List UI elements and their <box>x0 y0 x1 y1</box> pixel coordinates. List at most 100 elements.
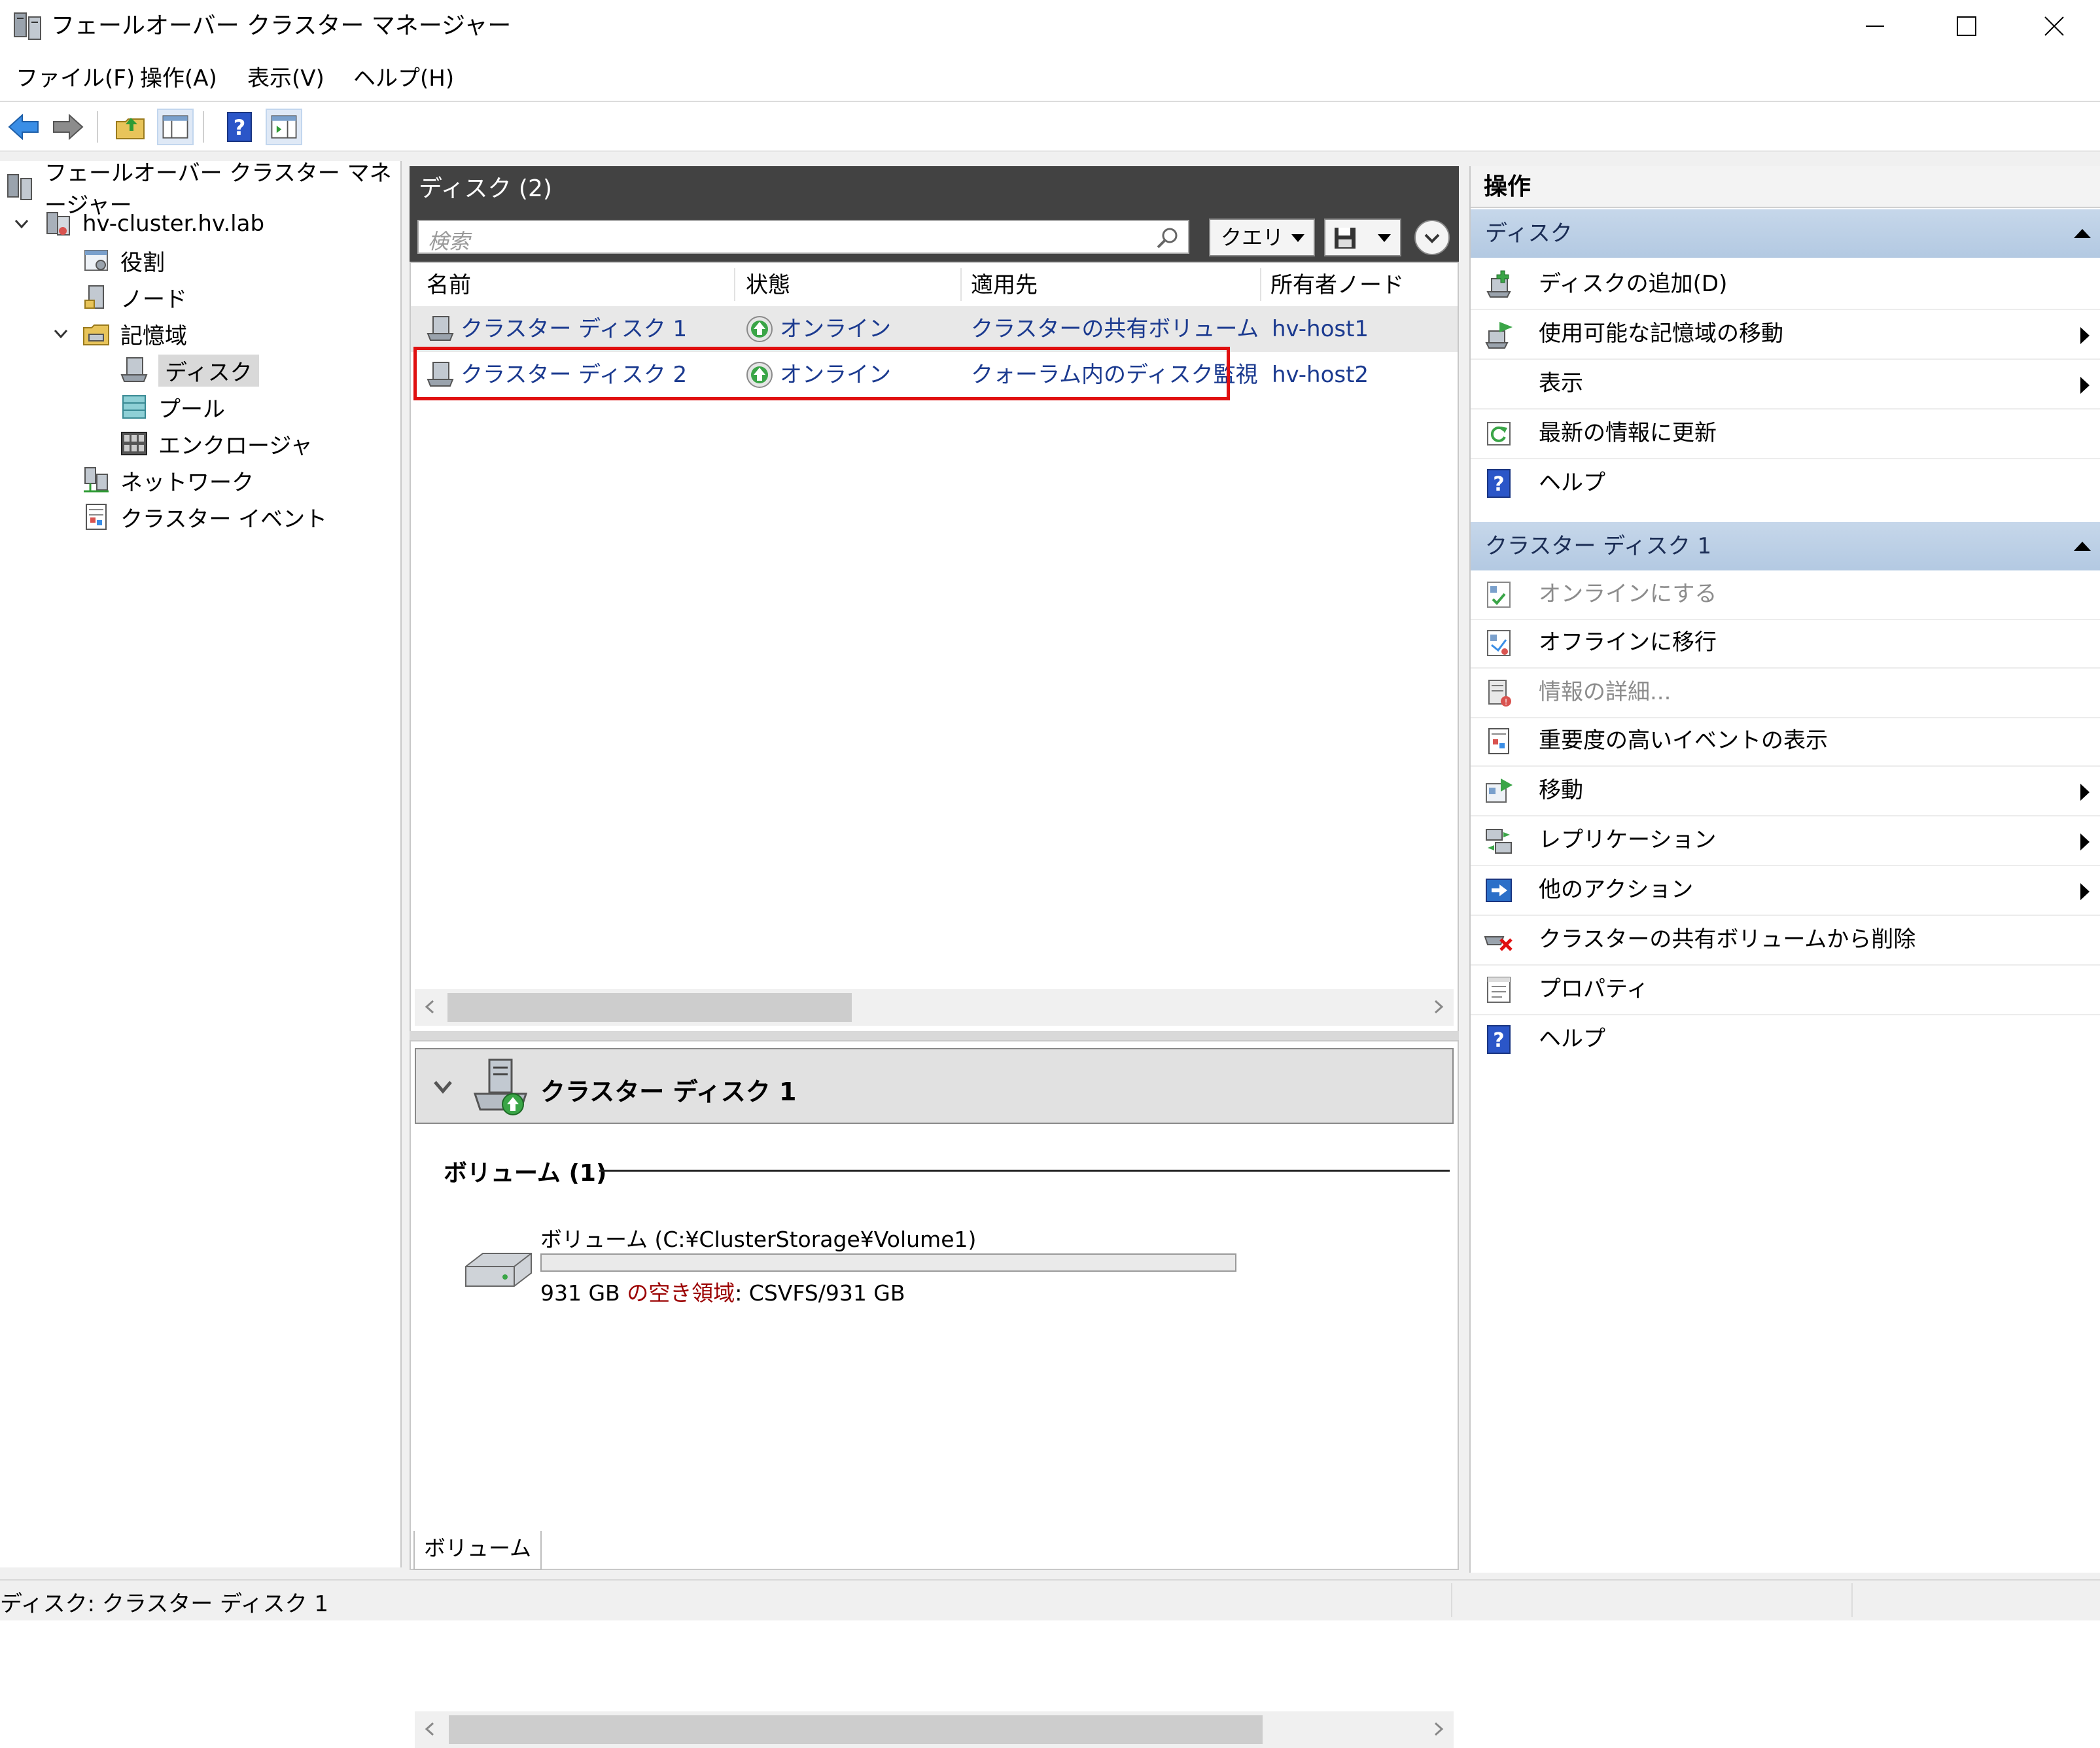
tree-item-roles[interactable]: 役割 <box>81 243 165 277</box>
action-label: 情報の詳細... <box>1539 679 1671 705</box>
save-query-button[interactable] <box>1324 218 1401 256</box>
close-button[interactable] <box>2008 0 2100 52</box>
column-header-name[interactable]: 名前 <box>427 271 471 300</box>
scroll-right-icon[interactable] <box>1429 997 1448 1017</box>
scroll-right-icon[interactable] <box>1429 1719 1448 1739</box>
show-tree-icon[interactable] <box>157 109 194 145</box>
cluster-disk-icon <box>473 1058 528 1115</box>
tab-volumes[interactable]: ボリューム <box>413 1531 542 1570</box>
column-header-assigned[interactable]: 適用先 <box>971 271 1038 300</box>
navigation-tree: フェールオーバー クラスター マネージャー hv-cluster.hv.lab … <box>0 160 402 1567</box>
highlight-box <box>413 347 1230 400</box>
tree-item-pools[interactable]: プール <box>119 390 225 424</box>
action-label: クラスターの共有ボリュームから削除 <box>1539 926 1916 953</box>
storage-icon <box>83 324 109 345</box>
menu-file[interactable]: ファイル(F) <box>16 64 135 93</box>
event-log-icon <box>86 504 107 530</box>
action-view[interactable]: 表示 <box>1471 360 2100 410</box>
action-take-offline[interactable]: オフラインに移行 <box>1471 619 2100 669</box>
tree-item-nodes[interactable]: ノード <box>81 280 187 314</box>
help-icon[interactable]: ? <box>221 109 258 145</box>
horizontal-scrollbar[interactable] <box>415 1711 1454 1748</box>
chevron-down-icon[interactable] <box>12 214 31 234</box>
submenu-arrow-icon <box>2080 377 2090 394</box>
tree-item-networks[interactable]: ネットワーク <box>81 463 254 497</box>
show-action-pane-icon[interactable] <box>266 109 302 145</box>
action-label: 表示 <box>1539 370 1583 396</box>
action-remove-from-csv[interactable]: クラスターの共有ボリュームから削除 <box>1471 916 2100 966</box>
table-header: 名前 状態 適用先 所有者ノード <box>411 263 1458 307</box>
take-offline-icon <box>1487 630 1511 656</box>
tree-root[interactable]: フェールオーバー クラスター マネージャー <box>5 160 400 218</box>
disk-icon <box>427 316 454 341</box>
query-button[interactable]: クエリ <box>1209 218 1315 256</box>
scroll-left-icon[interactable] <box>420 997 440 1017</box>
volume-usage-bar <box>540 1253 1236 1272</box>
volume-filesystem: : CSVFS/931 GB <box>735 1280 905 1306</box>
tree-item-label: ディスク <box>158 354 259 387</box>
back-arrow-icon[interactable] <box>5 109 42 145</box>
action-refresh[interactable]: 最新の情報に更新 <box>1471 410 2100 459</box>
action-bring-online[interactable]: オンラインにする <box>1471 570 2100 620</box>
scrollbar-thumb[interactable] <box>447 993 852 1022</box>
column-divider[interactable] <box>960 268 962 301</box>
roles-icon <box>84 250 108 271</box>
window-title: フェールオーバー クラスター マネージャー <box>51 12 512 39</box>
horizontal-scrollbar[interactable] <box>415 989 1454 1026</box>
menu-help[interactable]: ヘルプ(H) <box>353 64 454 93</box>
menu-view[interactable]: 表示(V) <box>247 64 324 93</box>
maximize-button[interactable] <box>1921 0 2012 52</box>
search-input[interactable]: 検索 <box>417 220 1189 254</box>
tree-item-disks[interactable]: ディスク <box>119 353 259 387</box>
chevron-down-icon[interactable] <box>51 324 71 343</box>
action-help-2[interactable]: ? ヘルプ <box>1471 1015 2100 1065</box>
column-divider[interactable] <box>1260 268 1261 301</box>
cluster-manager-icon <box>14 12 41 40</box>
column-header-status[interactable]: 状態 <box>746 271 790 300</box>
detail-pane: クラスター ディスク 1 ボリューム (1) ボリューム (C:¥Cluster… <box>410 1040 1459 1748</box>
actions-section-cluster-disk[interactable]: クラスター ディスク 1 <box>1471 522 2100 570</box>
column-divider[interactable] <box>734 268 735 301</box>
action-show-critical-events[interactable]: 重要度の高いイベントの表示 <box>1471 717 2100 767</box>
action-move-available-storage[interactable]: 使用可能な記憶域の移動 <box>1471 310 2100 360</box>
action-properties[interactable]: プロパティ <box>1471 966 2100 1015</box>
expand-filter-button[interactable] <box>1414 220 1450 255</box>
actions-section-disks[interactable]: ディスク <box>1471 209 2100 258</box>
tree-item-storage[interactable]: 記憶域 <box>54 317 187 351</box>
tree-cluster[interactable]: hv-cluster.hv.lab <box>14 207 264 241</box>
tree-item-enclosures[interactable]: エンクロージャ <box>119 427 313 461</box>
scrollbar-thumb[interactable] <box>449 1715 1263 1744</box>
detail-header[interactable]: クラスター ディスク 1 <box>415 1048 1454 1124</box>
action-more-actions[interactable]: 他のアクション <box>1471 866 2100 916</box>
scroll-left-icon[interactable] <box>420 1719 440 1739</box>
detail-title: クラスター ディスク 1 <box>540 1077 797 1106</box>
forward-arrow-icon[interactable] <box>50 109 86 145</box>
tree-item-events[interactable]: クラスター イベント <box>81 500 327 534</box>
network-icon <box>84 467 109 493</box>
action-label: 移動 <box>1539 777 1583 803</box>
collapse-up-icon[interactable] <box>2071 538 2093 555</box>
menu-action[interactable]: 操作(A) <box>140 64 217 93</box>
search-icon[interactable] <box>1154 225 1180 251</box>
table-row[interactable]: クラスター ディスク 1 オンライン クラスターの共有ボリューム hv-host… <box>411 306 1458 352</box>
detail-tabstrip: ボリューム <box>410 1531 1459 1570</box>
minimize-button[interactable] <box>1829 0 1921 52</box>
action-add-disk[interactable]: ディスクの追加(D) <box>1471 260 2100 310</box>
action-info-details[interactable]: ! 情報の詳細... <box>1471 669 2100 718</box>
up-folder-icon[interactable] <box>113 109 149 145</box>
submenu-arrow-icon <box>2080 784 2090 801</box>
filter-bar: 検索 クエリ <box>410 212 1459 262</box>
chevron-down-icon[interactable] <box>432 1077 454 1096</box>
action-help[interactable]: ? ヘルプ <box>1471 459 2100 509</box>
section-label: ディスク <box>1485 220 1573 247</box>
dropdown-arrow-icon <box>1378 234 1391 242</box>
volume-section-title: ボリューム (1) <box>444 1160 607 1187</box>
action-label: 最新の情報に更新 <box>1539 420 1717 446</box>
action-replication[interactable]: レプリケーション <box>1471 816 2100 866</box>
action-move[interactable]: 移動 <box>1471 767 2100 816</box>
status-divider <box>1451 1583 1452 1617</box>
collapse-up-icon[interactable] <box>2071 225 2093 242</box>
submenu-arrow-icon <box>2080 327 2090 344</box>
column-header-owner[interactable]: 所有者ノード <box>1270 271 1404 300</box>
chevron-down-icon <box>1424 234 1440 243</box>
